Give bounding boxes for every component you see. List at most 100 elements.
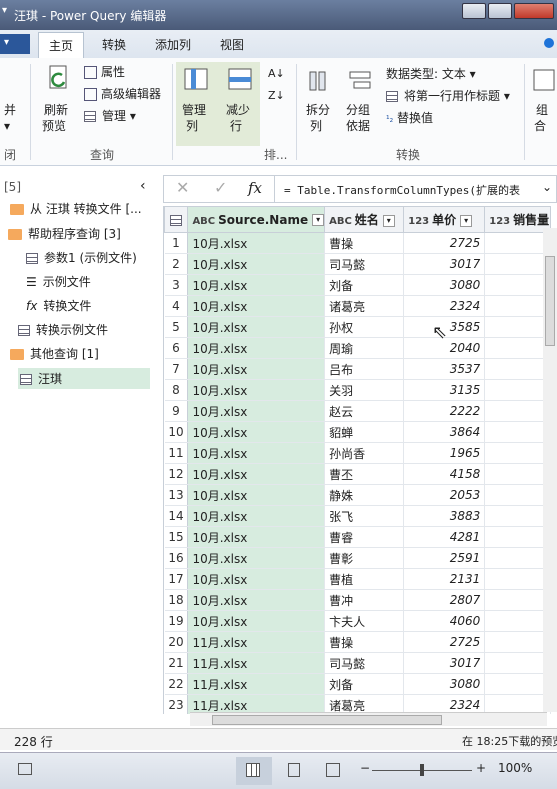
row-number[interactable]: 5 <box>164 316 189 338</box>
nav-item[interactable]: 从 汪琪 转换文件 [... <box>10 200 142 217</box>
manage-columns-button[interactable]: 管理 <box>182 102 206 118</box>
table-row[interactable]: 18 10月.xlsx 曹冲 2807 <box>164 589 551 611</box>
table-row[interactable]: 21 11月.xlsx 司马懿 3017 <box>164 652 551 674</box>
quick-access-icon[interactable]: ▾ <box>2 5 7 16</box>
row-number[interactable]: 22 <box>164 673 189 695</box>
nav-item[interactable]: 转换示例文件 <box>18 321 108 338</box>
row-number[interactable]: 15 <box>164 526 189 548</box>
row-number[interactable]: 13 <box>164 484 189 506</box>
horizontal-scroll-thumb[interactable] <box>212 715 442 725</box>
column-header[interactable]: 123 单价 ▾ <box>403 206 486 233</box>
table-cell[interactable]: 司马懿 <box>324 652 405 674</box>
file-menu-button[interactable]: ▾ <box>0 34 30 54</box>
table-cell[interactable]: 10月.xlsx <box>187 442 326 464</box>
table-cell[interactable]: 10月.xlsx <box>187 316 326 338</box>
table-cell[interactable]: 吕布 <box>324 358 405 380</box>
cancel-formula-icon[interactable]: ✕ <box>176 178 189 197</box>
column-filter-dropdown[interactable]: ▾ <box>312 214 324 226</box>
table-cell[interactable]: 10月.xlsx <box>187 358 326 380</box>
table-cell[interactable] <box>484 253 551 275</box>
table-cell[interactable] <box>484 484 551 506</box>
properties-button[interactable]: 属性 <box>84 64 125 80</box>
table-cell[interactable]: 3537 <box>403 358 486 380</box>
row-number[interactable]: 6 <box>164 337 189 359</box>
merge-button[interactable]: 并 <box>4 102 16 118</box>
table-row[interactable]: 10 10月.xlsx 貂蝉 3864 <box>164 421 551 443</box>
row-number[interactable]: 9 <box>164 400 189 422</box>
table-cell[interactable]: 曹操 <box>324 631 405 653</box>
group-by-button[interactable]: 分组 <box>346 102 370 118</box>
table-cell[interactable]: 10月.xlsx <box>187 253 326 275</box>
sort-ascending-button[interactable]: A↓ <box>268 66 285 82</box>
table-cell[interactable]: 10月.xlsx <box>187 484 326 506</box>
table-cell[interactable]: 11月.xlsx <box>187 631 326 653</box>
advanced-editor-button[interactable]: 高级编辑器 <box>84 86 161 102</box>
zoom-out-button[interactable]: − <box>360 761 370 775</box>
tab-transform[interactable]: 转换 <box>102 36 126 53</box>
table-cell[interactable] <box>484 610 551 632</box>
table-cell[interactable]: 11月.xlsx <box>187 673 326 695</box>
table-cell[interactable]: 孙权 <box>324 316 405 338</box>
combine-label2[interactable]: 合 <box>534 118 546 134</box>
group-by-label2[interactable]: 依据 <box>346 118 370 134</box>
table-cell[interactable]: 2807 <box>403 589 486 611</box>
row-number[interactable]: 18 <box>164 589 189 611</box>
table-cell[interactable]: 曹彰 <box>324 547 405 569</box>
row-number[interactable]: 17 <box>164 568 189 590</box>
table-cell[interactable]: 周瑜 <box>324 337 405 359</box>
table-cell[interactable]: 2053 <box>403 484 486 506</box>
table-cell[interactable]: 11月.xlsx <box>187 652 326 674</box>
row-number[interactable]: 8 <box>164 379 189 401</box>
column-filter-dropdown[interactable]: ▾ <box>382 214 395 227</box>
table-cell[interactable]: 2131 <box>403 568 486 590</box>
row-number[interactable]: 21 <box>164 652 189 674</box>
row-number[interactable]: 2 <box>164 253 189 275</box>
table-cell[interactable] <box>484 505 551 527</box>
table-cell[interactable]: 10月.xlsx <box>187 337 326 359</box>
table-cell[interactable]: 2324 <box>403 295 486 317</box>
column-type-icon[interactable]: 123 <box>408 216 429 227</box>
vertical-scroll-thumb[interactable] <box>545 256 555 346</box>
table-cell[interactable]: 1965 <box>403 442 486 464</box>
nav-item[interactable]: 参数1 (示例文件) <box>26 249 137 266</box>
fx-icon[interactable]: fx <box>248 179 262 197</box>
table-cell[interactable]: 3080 <box>403 673 486 695</box>
table-cell[interactable] <box>484 337 551 359</box>
reduce-rows-label2[interactable]: 行 <box>230 118 242 134</box>
refresh-label[interactable]: 刷新 <box>44 102 68 118</box>
table-row[interactable]: 16 10月.xlsx 曹彰 2591 <box>164 547 551 569</box>
table-cell[interactable]: 赵云 <box>324 400 405 422</box>
table-cell[interactable] <box>484 652 551 674</box>
table-cell[interactable]: 曹植 <box>324 568 405 590</box>
row-number[interactable]: 14 <box>164 505 189 527</box>
zoom-slider-thumb[interactable] <box>420 764 424 776</box>
row-number[interactable]: 10 <box>164 421 189 443</box>
column-type-icon[interactable]: ABC <box>192 216 215 227</box>
nav-item[interactable]: fx 转换文件 <box>26 297 91 314</box>
table-cell[interactable] <box>484 316 551 338</box>
table-cell[interactable]: 3017 <box>403 253 486 275</box>
column-type-icon[interactable]: ABC <box>329 216 352 227</box>
replace-values-button[interactable]: ¹₂ 替换值 <box>386 110 433 128</box>
sort-descending-button[interactable]: Z↓ <box>268 88 285 104</box>
vertical-scrollbar[interactable] <box>543 228 557 712</box>
table-cell[interactable]: 张飞 <box>324 505 405 527</box>
nav-item[interactable]: 其他查询 [1] <box>10 345 99 362</box>
row-number[interactable]: 23 <box>164 694 189 714</box>
column-header[interactable]: 123 销售量 <box>484 206 551 233</box>
table-cell[interactable] <box>484 295 551 317</box>
table-cell[interactable]: 刘备 <box>324 673 405 695</box>
tab-home[interactable]: 主页 <box>38 32 85 58</box>
zoom-in-button[interactable]: + <box>476 761 486 775</box>
table-cell[interactable]: 3864 <box>403 421 486 443</box>
maximize-button[interactable] <box>488 3 512 19</box>
row-number[interactable]: 11 <box>164 442 189 464</box>
table-cell[interactable]: 刘备 <box>324 274 405 296</box>
table-cell[interactable] <box>484 442 551 464</box>
manage-columns-label2[interactable]: 列 <box>186 118 198 134</box>
manage-button[interactable]: 管理 ▾ <box>84 108 136 124</box>
table-cell[interactable]: 2591 <box>403 547 486 569</box>
table-cell[interactable]: 4060 <box>403 610 486 632</box>
table-cell[interactable]: 10月.xlsx <box>187 400 326 422</box>
table-cell[interactable]: 2222 <box>403 400 486 422</box>
